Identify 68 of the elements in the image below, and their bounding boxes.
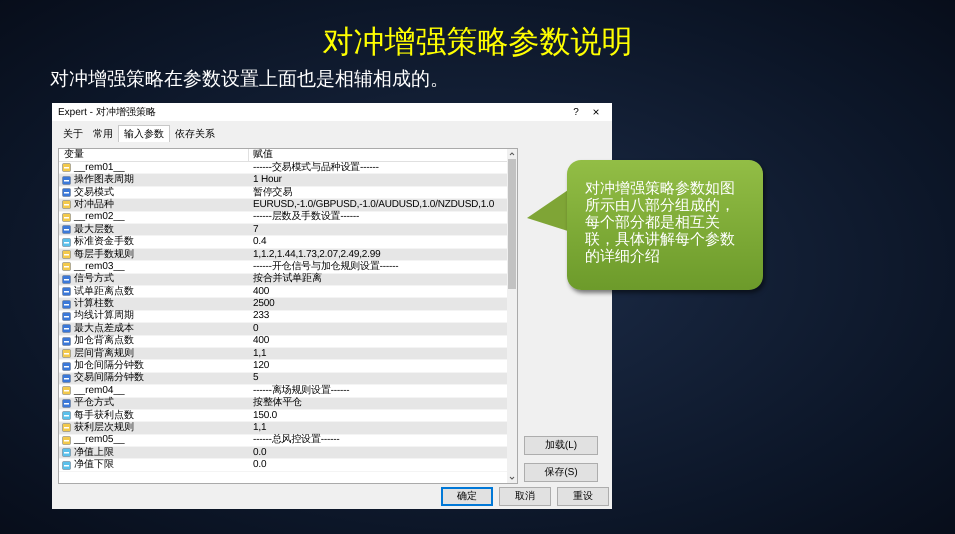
- variable-name: 试单距离点数: [74, 286, 134, 298]
- value-cell-text: 1,1.2,1.44,1.73,2.07,2.49,2.99: [252, 248, 380, 260]
- value-cell-text: 0.0: [252, 459, 266, 472]
- variable-name: 加仓间隔分钟数: [74, 360, 144, 372]
- variable-name: 获利层次规则: [74, 422, 134, 434]
- variable-name: 对冲品种: [74, 198, 114, 211]
- scroll-up-icon[interactable]: [509, 151, 515, 158]
- variable-name: 交易模式: [74, 186, 114, 198]
- variable-name: 均线计算周期: [74, 310, 134, 322]
- window-title: Expert - 对冲增强策略: [58, 106, 157, 120]
- variable-name: 操作图表周期: [74, 174, 134, 186]
- value-cell-text: 0.0: [252, 446, 266, 459]
- value-cell-text: 400: [252, 286, 270, 298]
- dialog-button[interactable]: 确定: [441, 487, 493, 506]
- tab[interactable]: 输入参数: [118, 125, 170, 142]
- variable-name: 计算柱数: [74, 298, 114, 310]
- side-button[interactable]: 保存(S): [524, 463, 598, 482]
- variable-name: 层间背离规则: [74, 348, 134, 360]
- value-cell-text: 150.0: [252, 410, 278, 422]
- value-cell-text: ------离场规则设置------: [252, 384, 350, 396]
- column-header: 变量: [59, 149, 249, 162]
- value-cell-text: 400: [252, 335, 270, 348]
- side-button[interactable]: 加载(L): [524, 436, 598, 456]
- value-cell-text: 5: [252, 372, 258, 384]
- variable-name: 平仓方式: [74, 397, 114, 410]
- scroll-down-icon[interactable]: [509, 475, 515, 482]
- help-button[interactable]: ?: [566, 104, 586, 120]
- value-cell-text: 7: [252, 224, 258, 236]
- value-cell-text: 0: [252, 322, 258, 335]
- variable-name: __rem05__: [74, 434, 125, 446]
- column-header: 赋值: [252, 149, 273, 162]
- value-cell-text: 0.4: [252, 236, 266, 248]
- variable-name: 标准资金手数: [74, 236, 134, 248]
- scroll-thumb[interactable]: [508, 159, 516, 290]
- value-cell-text: ------总风控设置------: [252, 434, 340, 446]
- variable-name: __rem04__: [74, 384, 125, 396]
- value-cell-text: 1,1: [252, 422, 266, 434]
- scrollbar[interactable]: [507, 149, 517, 484]
- dialog-button[interactable]: 取消: [499, 487, 551, 506]
- variable-name: 净值上限: [74, 446, 114, 459]
- value-cell-text: 120: [252, 360, 270, 372]
- dialog-button[interactable]: 重设: [557, 487, 609, 506]
- variable-name: 交易间隔分钟数: [74, 372, 144, 384]
- value-cell-text: 1 Hour: [252, 174, 282, 186]
- variable-name: __rem01__: [74, 162, 125, 174]
- value-cell-text: 1,1: [252, 348, 266, 360]
- value-cell-text: ------交易模式与品种设置------: [252, 162, 379, 174]
- variable-name: 每手获利点数: [74, 410, 134, 422]
- variable-name: 净值下限: [74, 459, 114, 472]
- slide-subtitle: 对冲增强策略在参数设置上面也是相辅相成的。: [50, 68, 449, 92]
- value-cell-text: 2500: [252, 298, 274, 310]
- value-cell-text: ------层数及手数设置------: [252, 211, 360, 224]
- value-cell-text: 按合并试单距离: [252, 273, 322, 286]
- variable-name: 最大层数: [74, 224, 114, 236]
- variable-name: 最大点差成本: [74, 322, 134, 334]
- value-cell-text: 233: [252, 310, 270, 322]
- value-cell-text: EURUSD,-1.0/GBPUSD,-1.0/AUDUSD,1.0/NZDUSD,1.0: [252, 198, 494, 210]
- close-button[interactable]: ×: [586, 103, 606, 121]
- slide-title: 对冲增强策略参数说明: [322, 23, 632, 61]
- variable-name: __rem02__: [74, 211, 125, 224]
- value-cell-text: ------开仓信号与加仓规则设置------: [252, 260, 398, 272]
- variable-name: 信号方式: [74, 273, 114, 286]
- value-cell-text: 按整体平仓: [252, 397, 302, 410]
- variable-name: 加仓背离点数: [74, 335, 134, 348]
- variable-name: __rem03__: [74, 260, 125, 272]
- variable-name: 每层手数规则: [74, 248, 134, 261]
- callout-text: 对冲增强策略参数如图所示由八部分组成的，每个部分都是相互关联，具体讲解每个参数的详细介绍: [585, 180, 736, 265]
- value-cell-text: 暂停交易: [252, 186, 292, 199]
